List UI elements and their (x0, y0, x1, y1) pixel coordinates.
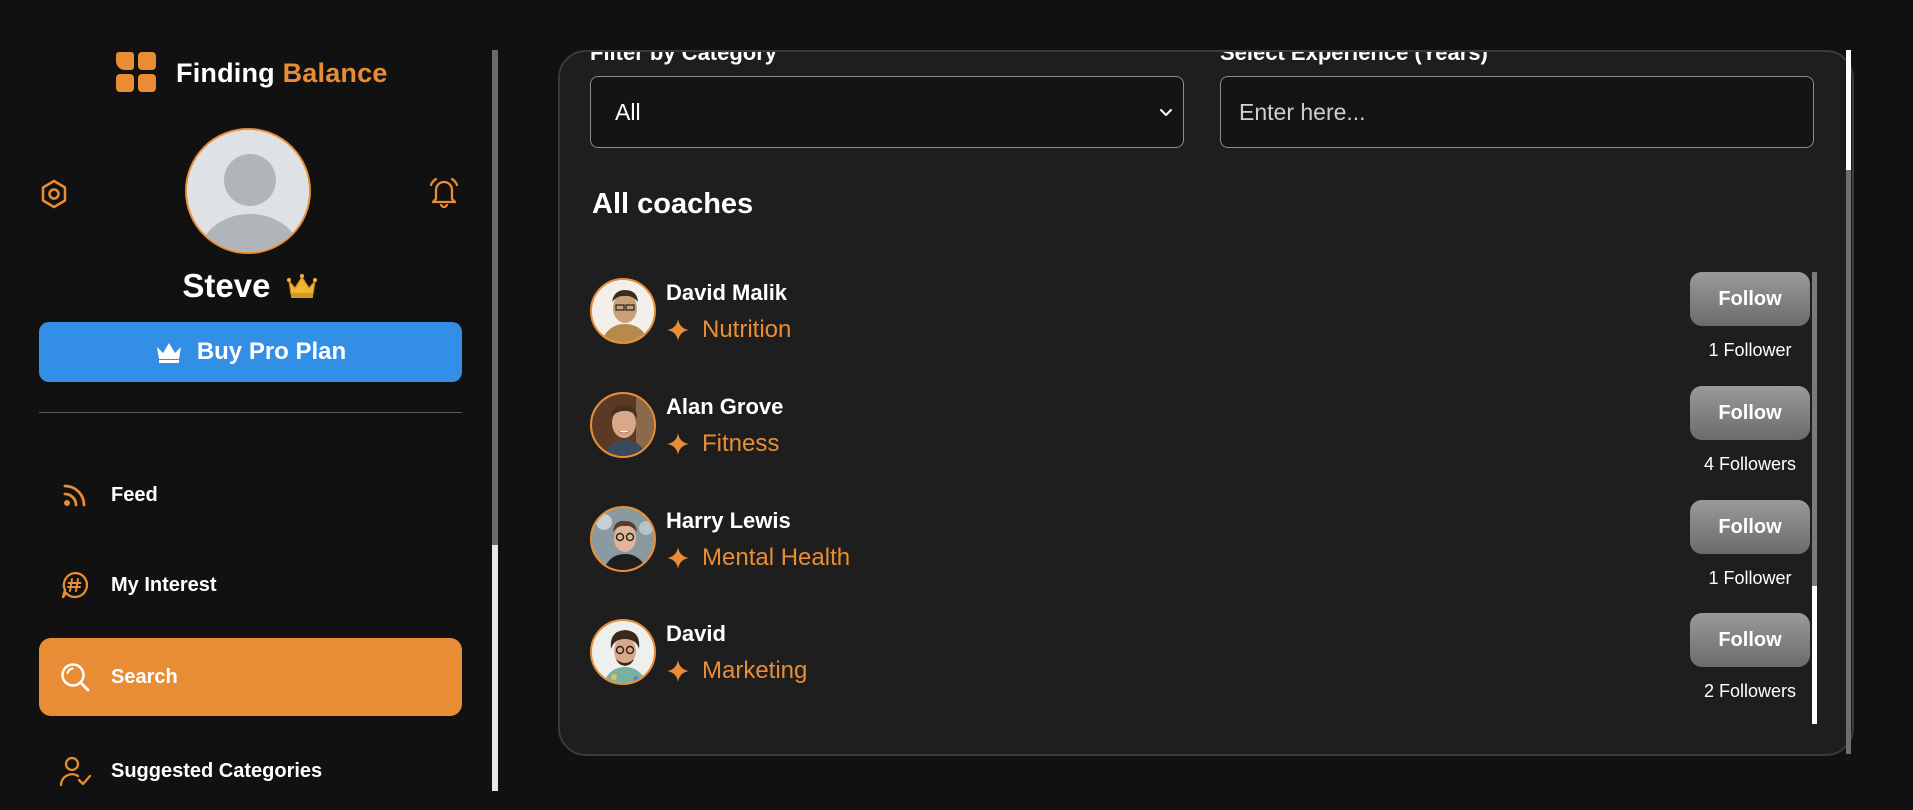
section-title: All coaches (592, 188, 754, 220)
user-name: Steve (182, 267, 271, 304)
coach-category-label: Mental Health (702, 544, 851, 571)
coach-category-label: Nutrition (702, 316, 792, 343)
coach-list-scrollbar-thumb[interactable] (1812, 272, 1817, 586)
coach-name[interactable]: Harry Lewis (666, 508, 791, 534)
sidebar-item-label: Feed (111, 483, 158, 506)
coach-row[interactable]: Harry Lewis Mental Health Follow 1 Follo… (590, 500, 1810, 596)
user-name-row: Steve (0, 267, 500, 305)
coach-category: Nutrition (666, 316, 791, 344)
experience-input-placeholder: Enter here... (1239, 98, 1366, 125)
coach-name[interactable]: Alan Grove (666, 394, 783, 420)
coach-row[interactable]: David Malik Nutrition Follow 1 Follower (590, 272, 1810, 368)
coach-name[interactable]: David (666, 621, 726, 647)
coach-name[interactable]: David Malik (666, 280, 787, 306)
follower-count: 4 Followers (1703, 454, 1797, 474)
follower-count: 1 Follower (1708, 568, 1792, 588)
logo-text-part2: Balance (282, 57, 388, 88)
panel-scrollbar-thumb[interactable] (1846, 50, 1851, 170)
rss-icon (59, 479, 91, 511)
coach-list-scrollbar[interactable] (1812, 272, 1817, 724)
coach-category-label: Fitness (702, 430, 780, 457)
sidebar-item-feed[interactable]: Feed (39, 456, 462, 534)
coach-avatar[interactable] (590, 506, 656, 572)
coach-category: Fitness (666, 430, 779, 458)
follow-button[interactable]: Follow (1690, 613, 1810, 667)
logo-text: Finding Balance (176, 58, 388, 89)
bell-icon[interactable] (428, 175, 460, 209)
category-select[interactable]: All (590, 76, 1184, 148)
buy-pro-plan-button[interactable]: Buy Pro Plan (39, 322, 462, 382)
crown-icon (156, 343, 181, 363)
sidebar-divider (39, 412, 462, 413)
coach-row[interactable]: David Marketing Follow 2 Followers (590, 613, 1810, 709)
sidebar-item-label: Search (111, 665, 178, 688)
coach-row[interactable]: Alan Grove Fitness Follow 4 Followers (590, 386, 1810, 482)
sparkle-icon (667, 319, 689, 341)
crown-icon (286, 269, 318, 298)
coach-avatar[interactable] (590, 278, 656, 344)
coach-category: Mental Health (666, 544, 850, 572)
user-check-icon (59, 755, 91, 787)
coach-category: Marketing (666, 657, 807, 685)
sidebar-scrollbar-thumb[interactable] (492, 50, 498, 545)
search-icon (59, 661, 91, 693)
sidebar-item-label: My Interest (111, 573, 217, 596)
chevron-down-icon (1160, 109, 1172, 116)
user-avatar[interactable] (185, 128, 311, 254)
sparkle-icon (667, 660, 689, 682)
coach-avatar[interactable] (590, 392, 656, 458)
logo-text-part1: Finding (176, 57, 275, 88)
category-filter-label: Filter by Category (590, 50, 778, 65)
experience-input[interactable]: Enter here... (1220, 76, 1814, 148)
category-select-value: All (615, 98, 641, 125)
sidebar-scrollbar[interactable] (492, 50, 498, 791)
follow-button[interactable]: Follow (1690, 272, 1810, 326)
sidebar-item-search[interactable]: Search (39, 638, 462, 716)
sparkle-icon (667, 433, 689, 455)
sidebar: Finding Balance Steve Buy Pro Plan Feed … (0, 0, 492, 791)
app-logo[interactable]: Finding Balance (116, 52, 388, 94)
sidebar-item-suggested-categories[interactable]: Suggested Categories (39, 732, 462, 810)
panel-scrollbar-track[interactable] (1846, 170, 1851, 754)
follower-count: 2 Followers (1703, 681, 1797, 701)
sidebar-item-label: Suggested Categories (111, 759, 323, 782)
logo-icon (116, 52, 158, 94)
follower-count: 1 Follower (1708, 340, 1792, 360)
sidebar-item-my-interest[interactable]: My Interest (39, 546, 462, 624)
follow-button[interactable]: Follow (1690, 386, 1810, 440)
experience-filter-label: Select Experience (Years) (1220, 50, 1488, 65)
sparkle-icon (667, 547, 689, 569)
buy-pro-plan-label: Buy Pro Plan (196, 338, 347, 365)
coach-search-panel: Filter by Category Select Experience (Ye… (558, 50, 1854, 756)
coach-category-label: Marketing (702, 657, 808, 684)
panel-scrollbar[interactable] (1846, 50, 1851, 754)
follow-button[interactable]: Follow (1690, 500, 1810, 554)
coach-avatar[interactable] (590, 619, 656, 685)
settings-icon[interactable] (38, 178, 70, 210)
hashtag-chat-icon (59, 569, 91, 601)
